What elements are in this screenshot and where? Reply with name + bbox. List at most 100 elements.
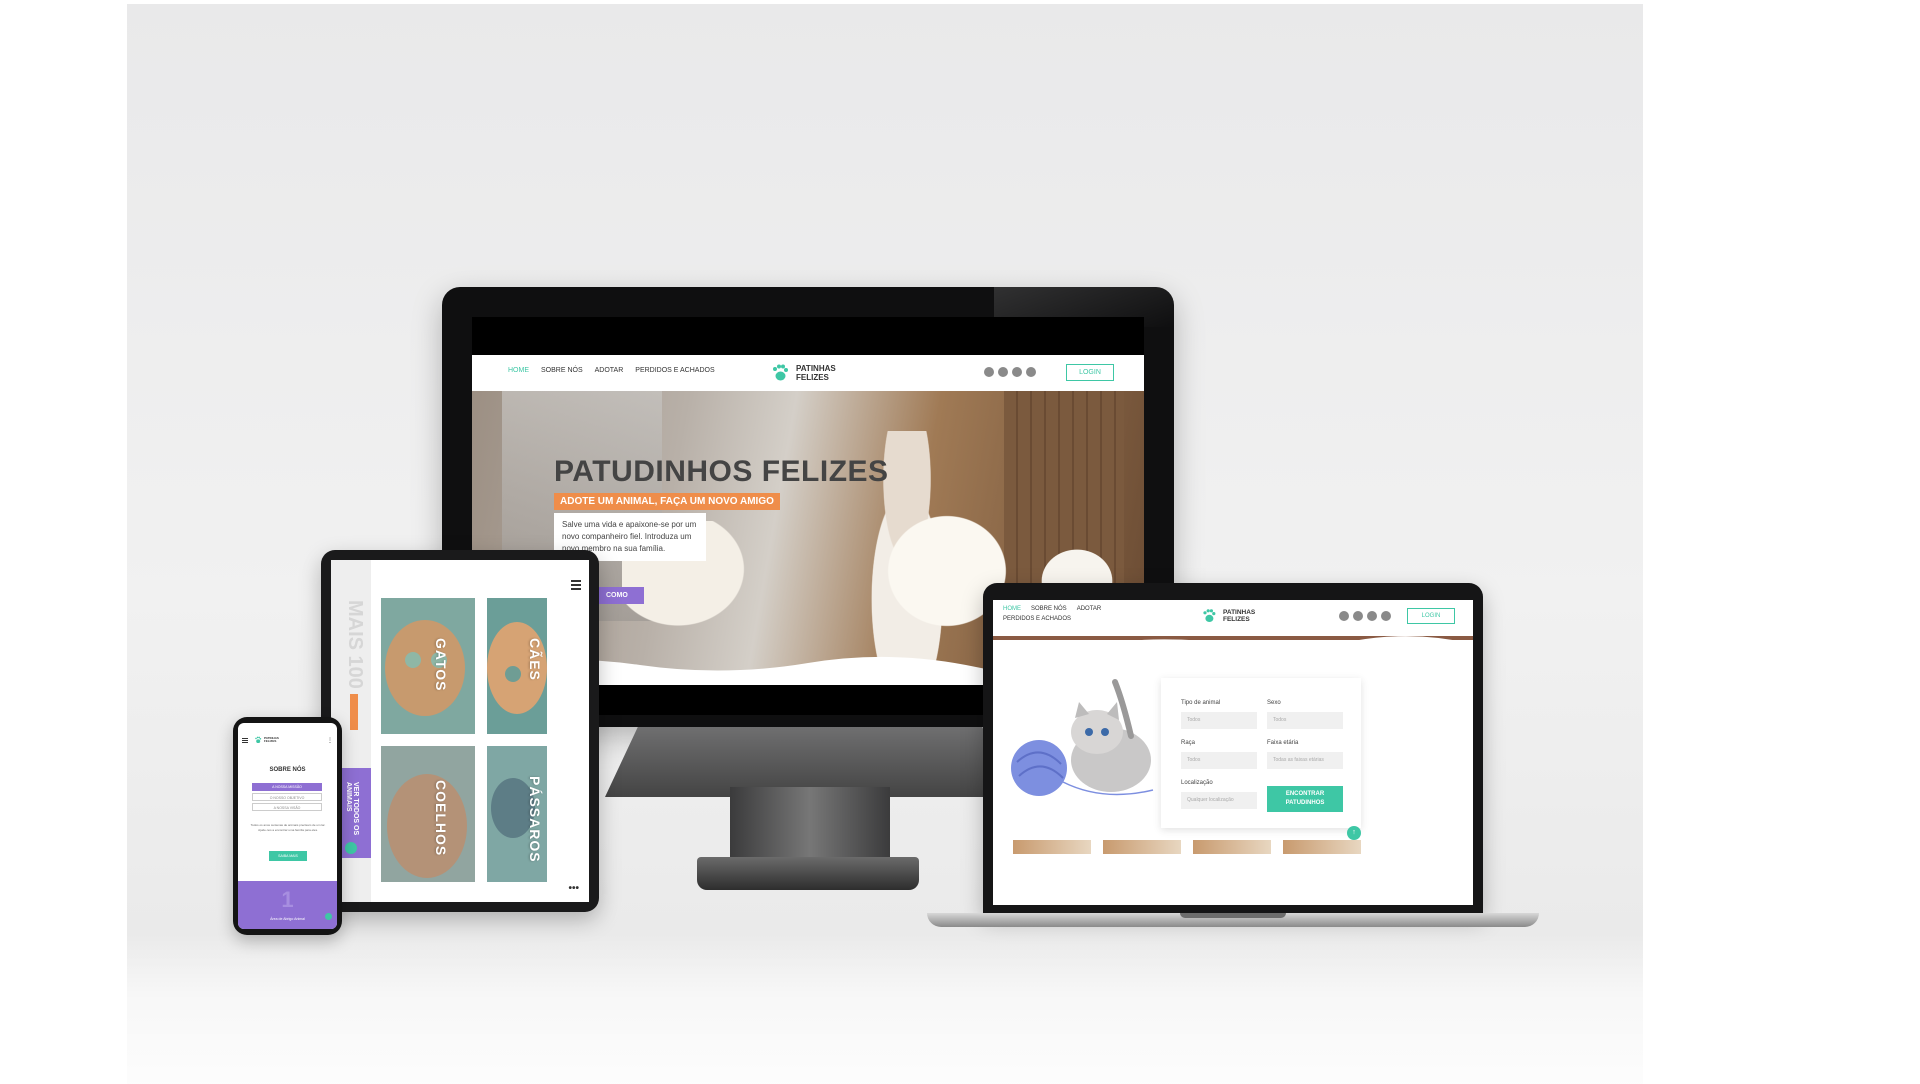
nav-about[interactable]: SOBRE NÓS	[1031, 606, 1067, 612]
laptop-login-button[interactable]: LOGIN	[1407, 608, 1455, 624]
sex-field: Sexo Todos	[1267, 700, 1343, 729]
nav-adopt[interactable]: ADOTAR	[1077, 606, 1102, 612]
thumbnail[interactable]	[1103, 840, 1181, 854]
brand-line-2: FELIZES	[1223, 616, 1250, 623]
tab-objective[interactable]: O NOSSO OBJETIVO	[252, 793, 322, 801]
laptop-search-section: Tipo de animal Todos Sexo Todos Raça Tod…	[993, 648, 1473, 905]
breed-label: Raça	[1181, 740, 1196, 746]
thumbnail[interactable]	[1193, 840, 1271, 854]
nav-lost-found[interactable]: PERDIDOS E ACHADOS	[635, 367, 714, 374]
paw-icon	[773, 364, 788, 381]
sex-select[interactable]: Todos	[1267, 712, 1343, 729]
more-options-icon[interactable]: •••	[568, 883, 579, 894]
nav-links: HOME SOBRE NÓS ADOTAR PERDIDOS E ACHADOS	[508, 367, 715, 374]
tile-label: PÁSSAROS	[527, 776, 543, 863]
phone-about-text: Todos os anos centenas de animais precis…	[250, 823, 326, 832]
thumbnail[interactable]	[1283, 840, 1361, 854]
sex-label: Sexo	[1267, 700, 1281, 706]
breed-field: Raça Todos	[1181, 740, 1257, 769]
age-select[interactable]: Todas as faixas etárias	[1267, 752, 1343, 769]
phone-scroll-top-button[interactable]	[325, 913, 332, 920]
hamburger-menu-icon[interactable]	[242, 738, 248, 743]
stats-number: 1	[281, 887, 294, 912]
tab-vision[interactable]: A NOSSA VISÃO	[252, 803, 322, 811]
instagram-icon[interactable]	[1339, 611, 1349, 621]
rabbit-image	[381, 746, 475, 882]
age-label: Faixa etária	[1267, 740, 1299, 746]
tablet-badge	[350, 694, 358, 730]
tab-mission[interactable]: A NOSSA MISSÃO	[252, 783, 322, 791]
age-field: Faixa etária Todas as faixas etárias	[1267, 740, 1343, 769]
brand-logo[interactable]: PATINHAS FELIZES	[770, 363, 836, 383]
location-label: Localização	[1181, 780, 1213, 786]
tablet: MAIS 100 VER TODOS OS ANIMAIS GATOS CÃES	[321, 550, 599, 912]
paw-icon	[1203, 609, 1216, 622]
hamburger-menu-icon[interactable]	[571, 580, 581, 590]
kebab-menu-icon[interactable]: ⋮	[327, 737, 333, 744]
nav-about[interactable]: SOBRE NÓS	[541, 367, 583, 374]
google-plus-icon[interactable]	[1026, 367, 1036, 377]
brand-line-2: FELIZES	[264, 739, 277, 743]
facebook-icon[interactable]	[998, 367, 1008, 377]
tile-label: CÃES	[527, 638, 543, 681]
tile-label: COELHOS	[433, 780, 449, 857]
find-pets-button[interactable]: ENCONTRAR PATUDINHOS	[1267, 786, 1343, 812]
hero-title: PATUDINHOS FELIZES	[554, 455, 889, 488]
top-nav: HOME SOBRE NÓS ADOTAR PERDIDOS E ACHADOS…	[472, 355, 1144, 391]
login-button[interactable]: LOGIN	[1066, 364, 1114, 381]
nav-adopt[interactable]: ADOTAR	[595, 367, 624, 374]
laptop-nav: HOME SOBRE NÓS ADOTAR PERDIDOS E ACHADOS…	[993, 600, 1473, 640]
smartphone: PATINHAS FELIZES ⋮ SOBRE NÓS A NOSSA MIS…	[233, 717, 342, 935]
phone-header: PATINHAS FELIZES ⋮	[238, 735, 337, 749]
brand-line-2: FELIZES	[796, 373, 829, 382]
nav-home[interactable]: HOME	[508, 367, 529, 374]
instagram-icon[interactable]	[984, 367, 994, 377]
animal-type-field: Tipo de animal Todos	[1181, 700, 1257, 729]
phone-screen: PATINHAS FELIZES ⋮ SOBRE NÓS A NOSSA MIS…	[238, 723, 337, 929]
google-plus-icon[interactable]	[1381, 611, 1391, 621]
laptop-nav-links: HOME SOBRE NÓS ADOTAR PERDIDOS E ACHADOS	[1003, 606, 1143, 622]
breed-select[interactable]: Todos	[1181, 752, 1257, 769]
location-field: Localização Qualquer localização	[1181, 780, 1257, 809]
category-tile-birds[interactable]: PÁSSAROS	[487, 746, 547, 882]
category-tile-cats[interactable]: GATOS	[381, 598, 475, 734]
phone-section-title: SOBRE NÓS	[269, 767, 306, 773]
tablet-side-text: MAIS 100	[344, 600, 366, 689]
laptop-screen: HOME SOBRE NÓS ADOTAR PERDIDOS E ACHADOS…	[993, 600, 1473, 905]
animal-thumbnails	[1013, 840, 1361, 854]
nav-lost-found[interactable]: PERDIDOS E ACHADOS	[1003, 616, 1071, 622]
learn-more-button[interactable]: SAIBA MAIS	[269, 851, 307, 861]
laptop-notch	[1180, 913, 1286, 918]
twitter-icon[interactable]	[1012, 367, 1022, 377]
monitor-foot	[697, 857, 919, 890]
tablet-screen: MAIS 100 VER TODOS OS ANIMAIS GATOS CÃES	[331, 560, 589, 902]
scroll-top-button[interactable]: ↑	[1347, 826, 1361, 840]
kitten-illustration	[1011, 679, 1154, 796]
animal-type-select[interactable]: Todos	[1181, 712, 1257, 729]
laptop-brand-logo[interactable]: PATINHAS FELIZES	[1201, 608, 1255, 624]
laptop: HOME SOBRE NÓS ADOTAR PERDIDOS E ACHADOS…	[983, 583, 1483, 913]
category-tile-dogs[interactable]: CÃES	[487, 598, 547, 734]
brand-name: PATINHAS FELIZES	[264, 736, 279, 744]
hero-subtitle: ADOTE UM ANIMAL, FAÇA UM NOVO AMIGO	[554, 493, 780, 510]
floor-reflection	[127, 934, 1643, 1084]
tablet-arrow-button[interactable]	[345, 842, 357, 854]
thumbnail[interactable]	[1013, 840, 1091, 854]
cat-image	[381, 598, 475, 734]
animal-type-label: Tipo de animal	[1181, 700, 1221, 706]
brand-name: PATINHAS FELIZES	[1223, 609, 1255, 624]
category-tile-rabbits[interactable]: COELHOS	[381, 746, 475, 882]
stats-label: Área de Abrigo Animal	[270, 917, 305, 921]
tile-label: GATOS	[433, 638, 449, 692]
twitter-icon[interactable]	[1367, 611, 1377, 621]
location-input[interactable]: Qualquer localização	[1181, 792, 1257, 809]
social-icons	[984, 367, 1036, 377]
facebook-icon[interactable]	[1353, 611, 1363, 621]
phone-brand-logo[interactable]: PATINHAS FELIZES	[254, 736, 279, 744]
laptop-social-icons	[1339, 611, 1391, 621]
brand-line-1: PATINHAS	[796, 364, 836, 373]
monitor-neck	[730, 787, 890, 857]
animal-search-form: Tipo de animal Todos Sexo Todos Raça Tod…	[1161, 678, 1361, 828]
nav-home[interactable]: HOME	[1003, 606, 1021, 612]
brand-name: PATINHAS FELIZES	[796, 364, 836, 382]
